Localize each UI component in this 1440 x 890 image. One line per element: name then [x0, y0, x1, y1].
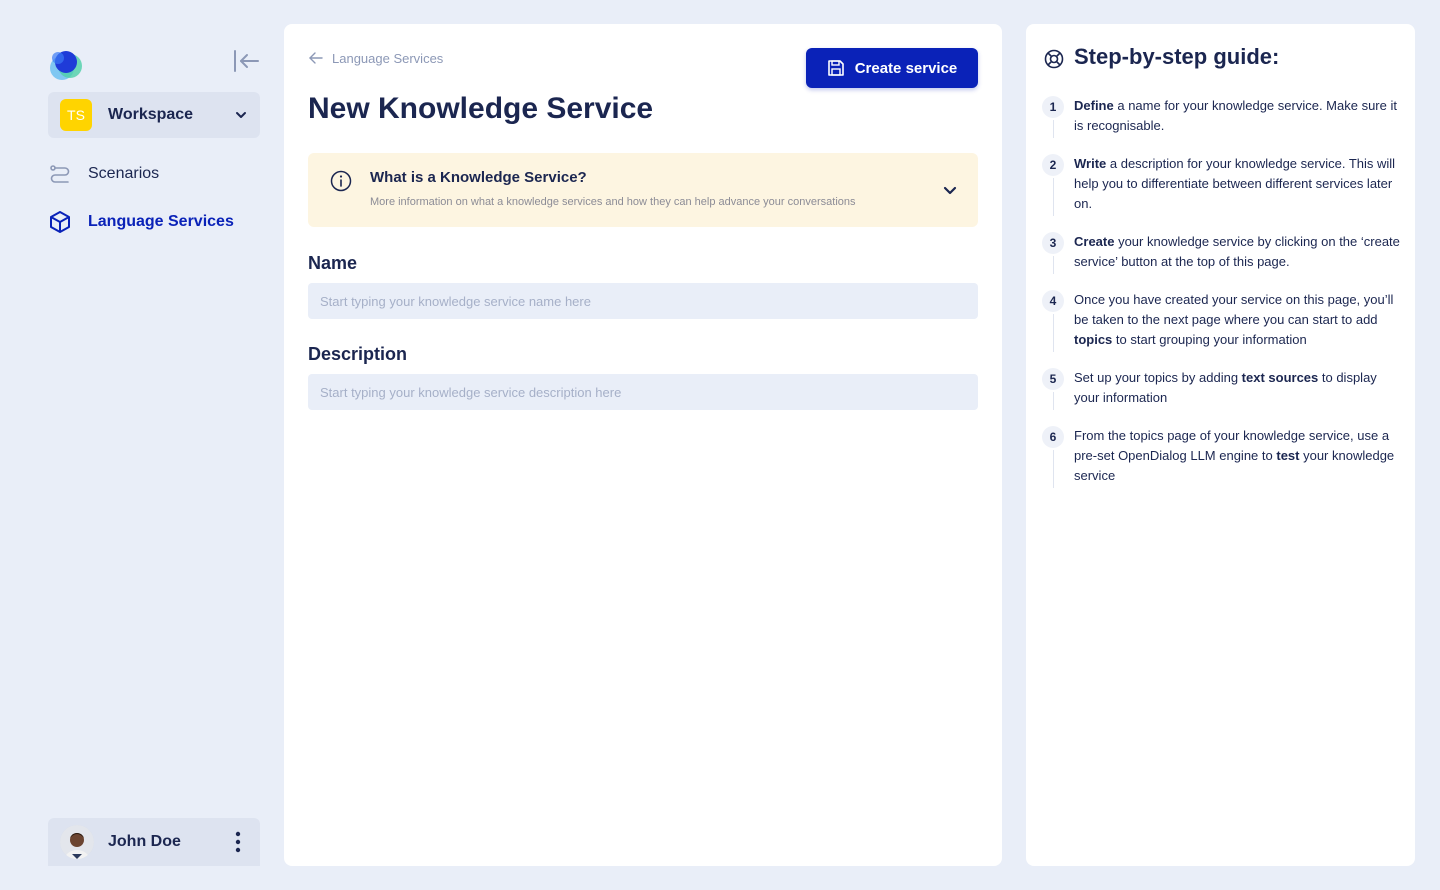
- step-text: Once you have created your service on th…: [1074, 292, 1394, 347]
- sidebar-item-scenarios[interactable]: Scenarios: [48, 159, 260, 189]
- sidebar-item-label: Scenarios: [88, 165, 160, 182]
- guide-steps: 1 Define a name for your knowledge servic…: [1042, 96, 1402, 504]
- guide-step: 4 Once you have created your service on t…: [1042, 290, 1402, 352]
- info-accordion[interactable]: What is a Knowledge Service? More inform…: [308, 153, 978, 227]
- description-label: Description: [308, 344, 408, 364]
- cube-icon: [50, 211, 70, 233]
- guide-step: 5 Set up your topics by adding text sourc…: [1042, 368, 1402, 410]
- guide-step: 6 From the topics page of your knowledge …: [1042, 426, 1402, 488]
- name-input[interactable]: [308, 283, 978, 319]
- breadcrumb[interactable]: Language Services: [308, 50, 443, 66]
- guide-title: Step-by-step guide:: [1074, 44, 1280, 69]
- page-title: New Knowledge Service: [308, 92, 654, 125]
- arrow-left-icon: [309, 52, 323, 64]
- collapse-left-icon[interactable]: [232, 48, 260, 74]
- info-subtitle: More information on what a knowledge ser…: [370, 196, 856, 208]
- user-name: John Doe: [108, 833, 181, 850]
- sidebar-item-label: Language Services: [88, 213, 234, 230]
- info-title: What is a Knowledge Service?: [370, 169, 587, 186]
- chevron-down-icon: [236, 112, 246, 118]
- step-connector: [1053, 256, 1054, 274]
- create-service-label: Create service: [854, 59, 958, 77]
- step-connector: [1053, 314, 1054, 352]
- step-text: Create your knowledge service by clickin…: [1074, 234, 1400, 269]
- workspace-selector[interactable]: TS Workspace: [48, 92, 260, 138]
- step-number: 4: [1042, 290, 1064, 312]
- main-panel: Language Services Create service New Kno…: [284, 24, 1002, 866]
- description-input[interactable]: [308, 374, 978, 410]
- step-text: Set up your topics by adding text source…: [1074, 370, 1377, 405]
- sidebar: TS Workspace Scenarios Language Services…: [48, 24, 260, 866]
- workspace-badge: TS: [60, 99, 92, 131]
- opendialog-logo-icon[interactable]: [48, 46, 84, 82]
- avatar: [60, 825, 94, 859]
- step-connector: [1053, 178, 1054, 216]
- step-connector: [1053, 450, 1054, 488]
- step-number: 2: [1042, 154, 1064, 176]
- step-text: Write a description for your knowledge s…: [1074, 156, 1396, 211]
- lifebuoy-icon: [1044, 49, 1064, 69]
- user-card[interactable]: John Doe: [48, 818, 260, 866]
- step-connector: [1053, 392, 1054, 410]
- step-connector: [1053, 120, 1054, 138]
- save-icon: [827, 60, 844, 76]
- guide-panel: Step-by-step guide: 1 Define a name for y…: [1026, 24, 1415, 866]
- create-service-button[interactable]: Create service: [806, 48, 978, 88]
- guide-step: 1 Define a name for your knowledge servic…: [1042, 96, 1402, 138]
- scenarios-path-icon: [50, 165, 70, 183]
- step-text: Define a name for your knowledge service…: [1074, 98, 1397, 133]
- chevron-down-icon[interactable]: [942, 183, 958, 199]
- step-number: 5: [1042, 368, 1064, 390]
- info-icon: [330, 170, 352, 192]
- kebab-menu-icon[interactable]: [228, 830, 248, 854]
- step-text: From the topics page of your knowledge s…: [1074, 428, 1395, 483]
- step-number: 6: [1042, 426, 1064, 448]
- step-number: 1: [1042, 96, 1064, 118]
- sidebar-item-language-services[interactable]: Language Services: [48, 207, 260, 237]
- workspace-label: Workspace: [108, 106, 194, 123]
- guide-step: 3 Create your knowledge service by clicki…: [1042, 232, 1402, 274]
- guide-step: 2 Write a description for your knowledge …: [1042, 154, 1402, 216]
- step-number: 3: [1042, 232, 1064, 254]
- name-label: Name: [308, 253, 358, 273]
- breadcrumb-label: Language Services: [332, 50, 444, 66]
